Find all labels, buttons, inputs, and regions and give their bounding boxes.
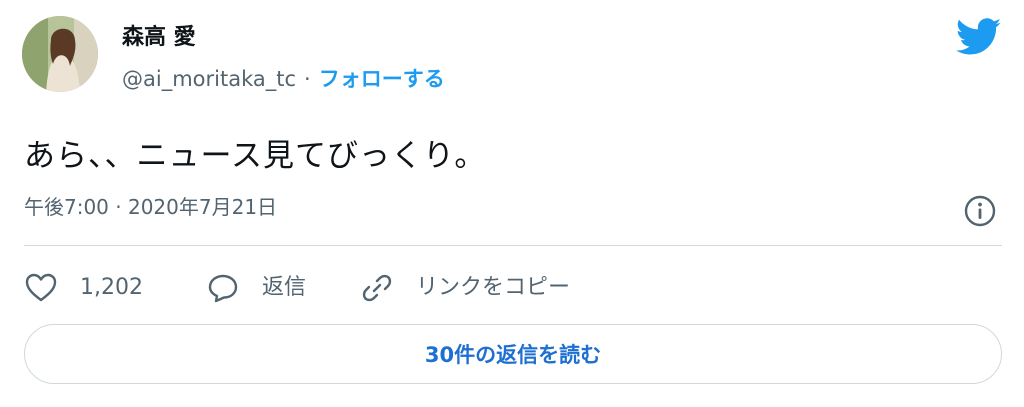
like-count: 1,202 <box>80 275 143 300</box>
handle-row: @ai_moritaka_tc · フォローする <box>122 64 445 94</box>
reply-bubble-icon <box>208 274 238 303</box>
link-icon <box>362 274 392 302</box>
like-button[interactable]: 1,202 <box>24 270 206 306</box>
display-name[interactable]: 森高 愛 <box>122 22 196 54</box>
tweet-text: あら、、ニュース見てびっくり。 <box>24 138 487 174</box>
tweet-embed-card: 森高 愛 @ai_moritaka_tc · フォローする あら、、ニュース見て… <box>0 0 1024 407</box>
avatar[interactable] <box>22 16 98 92</box>
copy-link-button[interactable]: リンクをコピー <box>360 270 570 306</box>
separator-dot: · <box>304 67 311 91</box>
user-handle[interactable]: @ai_moritaka_tc <box>122 64 296 94</box>
divider <box>24 245 1002 246</box>
heart-icon <box>25 273 57 302</box>
copy-link-label: リンクをコピー <box>416 275 571 300</box>
avatar-image <box>22 16 98 92</box>
reply-button[interactable]: 返信 <box>206 270 360 306</box>
twitter-bird-icon[interactable] <box>956 18 1002 56</box>
info-icon[interactable] <box>963 194 997 228</box>
follow-button[interactable]: フォローする <box>319 64 445 94</box>
read-replies-button[interactable]: 30件の返信を読む <box>24 324 1002 384</box>
read-replies-label: 30件の返信を読む <box>424 343 602 367</box>
tweet-timestamp[interactable]: 午後7:00 · 2020年7月21日 <box>24 192 277 222</box>
reply-label: 返信 <box>262 275 307 300</box>
action-bar: 1,202 返信 リンクをコピー <box>24 270 570 306</box>
